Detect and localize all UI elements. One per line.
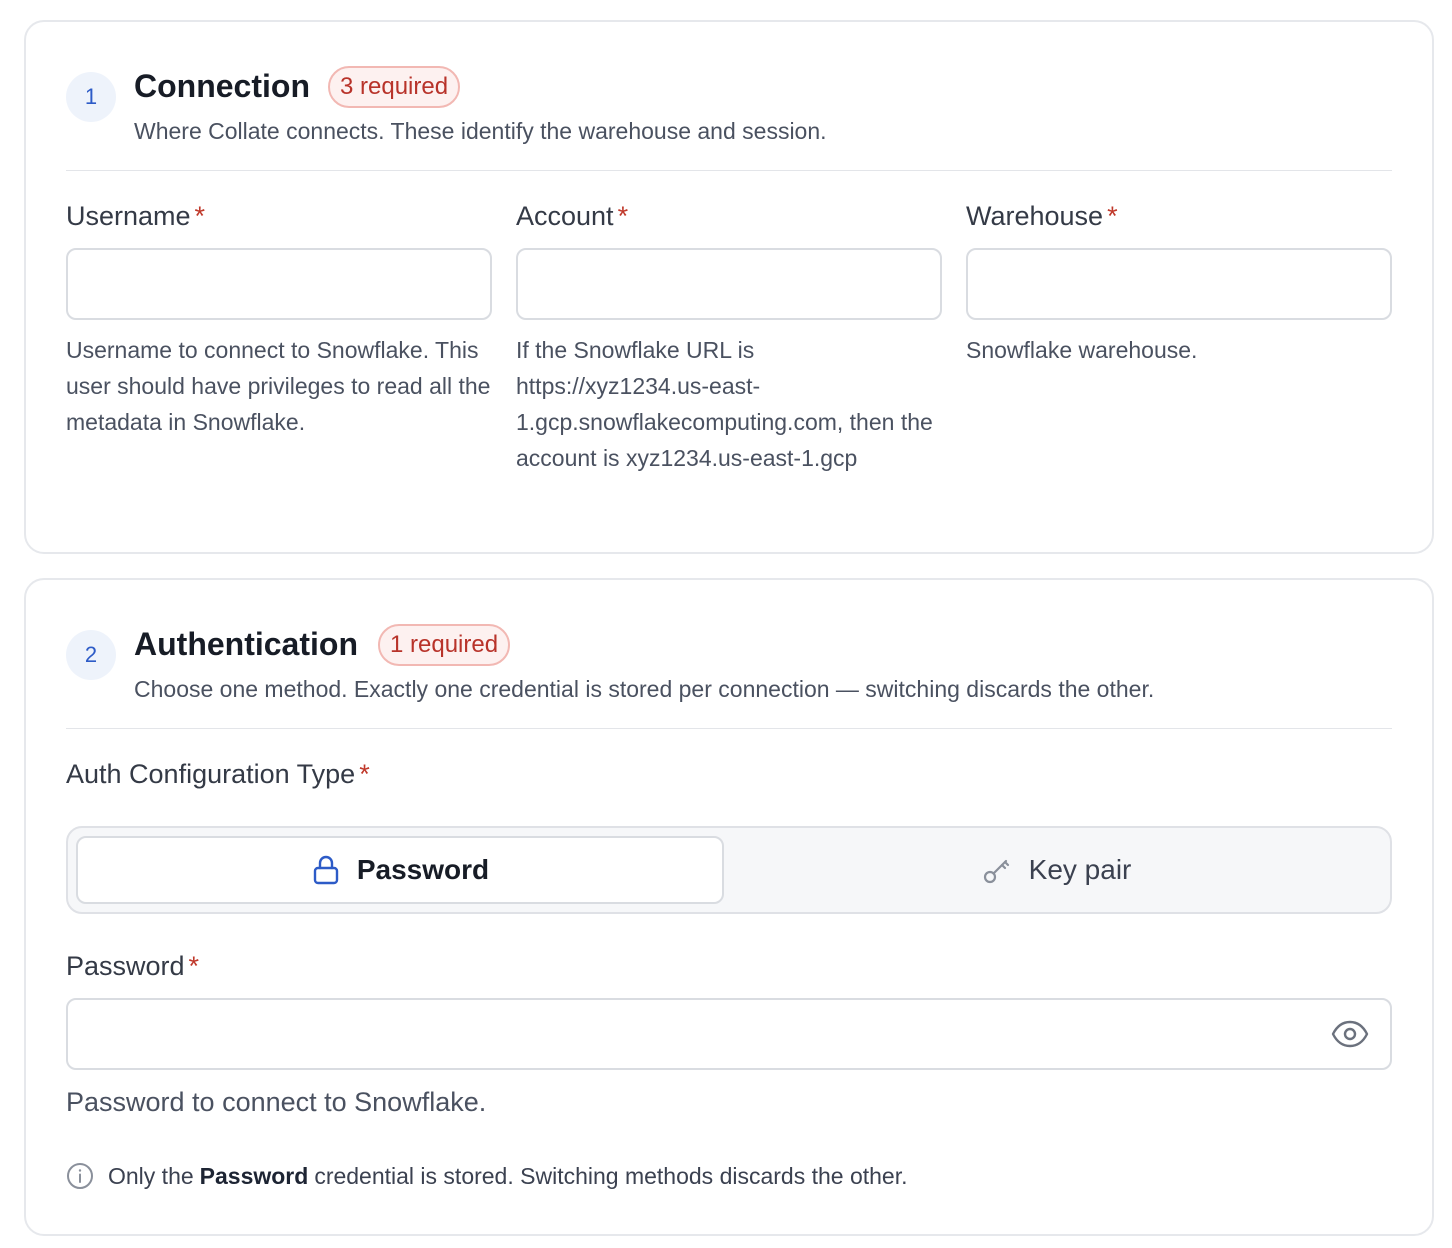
note-suffix: credential is stored. Switching methods … (314, 1162, 908, 1189)
required-count-badge: 3 required (328, 66, 461, 108)
auth-type-label: Auth Configuration Type * (66, 758, 370, 790)
required-asterisk: * (1107, 201, 1118, 231)
note-prefix: Only the (108, 1162, 194, 1189)
required-asterisk: * (359, 759, 370, 789)
authentication-header: 2 Authentication 1 required Choose one m… (66, 624, 1392, 734)
step-number: 1 (66, 72, 116, 122)
auth-option-label: Key pair (1028, 854, 1132, 885)
password-input[interactable] (66, 998, 1392, 1070)
auth-option-key-pair[interactable]: Key pair (728, 836, 1384, 904)
username-help: Username to connect to Snowflake. This u… (66, 337, 491, 435)
password-field (66, 998, 1392, 1070)
section-description: Where Collate connects. These identify t… (134, 118, 827, 144)
credential-note: Only the Password credential is stored. … (66, 1160, 908, 1192)
key-icon (981, 854, 1013, 886)
account-label: Account * (516, 200, 628, 232)
authentication-card: 2 Authentication 1 required Choose one m… (24, 578, 1434, 1236)
section-title: Authentication (134, 626, 358, 662)
warehouse-help: Snowflake warehouse. (966, 337, 1198, 363)
eye-icon[interactable] (1330, 1016, 1370, 1052)
connection-card: 1 Connection 3 required Where Collate co… (24, 20, 1434, 554)
section-divider (66, 728, 1392, 729)
username-label: Username * (66, 200, 205, 232)
required-asterisk: * (617, 201, 629, 231)
password-label: Password * (66, 950, 199, 982)
warehouse-label: Warehouse * (966, 200, 1118, 232)
note-bold: Password (199, 1162, 309, 1189)
password-label-text: Password (66, 951, 185, 981)
warehouse-input[interactable] (966, 248, 1392, 320)
auth-option-label: Password (356, 854, 490, 885)
account-label-text: Account (516, 201, 614, 231)
required-count-badge: 1 required (378, 624, 511, 666)
warehouse-label-text: Warehouse (966, 201, 1104, 231)
auth-option-password[interactable]: Password (76, 836, 724, 904)
username-input[interactable] (66, 248, 492, 320)
connection-header: 1 Connection 3 required Where Collate co… (66, 66, 1392, 176)
password-help: Password to connect to Snowflake. (66, 1087, 487, 1117)
step-number: 2 (66, 630, 116, 680)
auth-type-label-text: Auth Configuration Type (66, 759, 356, 789)
account-help: If the Snowflake URL is https://xyz1234.… (516, 337, 933, 471)
info-icon (66, 1162, 94, 1190)
required-asterisk: * (188, 951, 200, 981)
lock-icon (311, 854, 341, 886)
auth-method-toggle: Password Key pair (66, 826, 1392, 914)
account-input[interactable] (516, 248, 942, 320)
username-label-text: Username (66, 201, 191, 231)
section-divider (66, 170, 1392, 171)
section-description: Choose one method. Exactly one credentia… (134, 676, 1155, 702)
required-asterisk: * (194, 201, 206, 231)
section-title: Connection (134, 68, 310, 104)
